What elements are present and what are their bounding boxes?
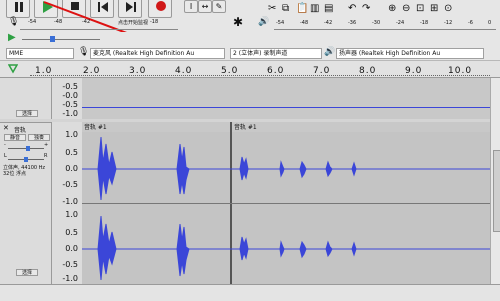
recording-device-select[interactable]: 麦克风 (Realtek High Definition Au xyxy=(90,48,225,59)
selection-tool-button[interactable]: I xyxy=(184,0,198,13)
track2-gain-slider[interactable] xyxy=(8,146,44,151)
rec-meter-tick: -54 xyxy=(28,19,37,25)
audio-host-select[interactable]: MME xyxy=(6,48,74,59)
track2-scale-label: 0.0 xyxy=(65,164,78,173)
track2-scale-label: -0.5 xyxy=(62,260,78,269)
track2-close-icon[interactable]: ✕ xyxy=(3,125,9,132)
track2-waveform xyxy=(82,136,490,281)
clip2-header[interactable]: 音轨 #1 xyxy=(232,122,492,132)
track2-scale-label: 1.0 xyxy=(65,210,78,219)
rec-meter-hint: 点击开始监视 xyxy=(118,20,149,26)
rec-meter-tick: -48 xyxy=(54,19,63,25)
right-channel-waveform xyxy=(82,215,490,281)
slider-thumb[interactable] xyxy=(50,36,55,42)
track2-pan-slider[interactable] xyxy=(8,157,44,162)
track1-scale-label: -0.5 xyxy=(62,100,78,109)
cursor-icon: I xyxy=(189,2,193,11)
track2-scale-label: 0.5 xyxy=(65,228,78,237)
slider-thumb[interactable] xyxy=(26,146,30,151)
track2-scale: 1.0 0.5 0.0 -0.5 -1.0 1.0 0.5 0.0 -0.5 -… xyxy=(52,122,82,284)
track2-name[interactable]: 音轨 xyxy=(14,125,26,134)
copy-icon[interactable]: ⧉ xyxy=(282,4,289,14)
track2-solo-button[interactable]: 独奏 xyxy=(28,134,50,141)
zoom-in-icon[interactable]: ⊕ xyxy=(388,4,396,14)
redo-icon[interactable]: ↷ xyxy=(362,4,370,14)
track2-select-button[interactable]: 选择 xyxy=(16,269,38,276)
track2-scale-label: 0.5 xyxy=(65,148,78,157)
record-button[interactable] xyxy=(148,0,172,18)
clip1-header[interactable]: 音轨 #1 xyxy=(82,122,232,132)
record-meter[interactable]: -54 -48 -42 点击开始监视 -18 xyxy=(20,17,178,30)
multi-tool-icon[interactable]: ✱ xyxy=(232,16,244,28)
track2-scale-label: -1.0 xyxy=(62,274,78,283)
track2-scale-label: -0.5 xyxy=(62,180,78,189)
paste-icon[interactable]: 📋 xyxy=(296,4,308,14)
rec-meter-tick: -42 xyxy=(82,19,91,25)
track1-selection[interactable] xyxy=(82,78,490,119)
pan-right-label: R xyxy=(44,153,48,159)
pin-icon xyxy=(8,64,18,74)
playback-device-select[interactable]: 扬声器 (Realtek High Definition Au xyxy=(336,48,484,59)
left-channel-waveform xyxy=(82,136,490,201)
slider-thumb[interactable] xyxy=(24,157,28,162)
scrollbar-thumb[interactable] xyxy=(493,150,500,232)
playback-speed-slider[interactable] xyxy=(22,36,100,42)
draw-icon: ✎ xyxy=(215,2,223,11)
play-meter-tick: -18 xyxy=(420,20,429,26)
track1-midline xyxy=(82,107,490,108)
mic-device-icon: 🎙 xyxy=(78,47,90,57)
zoom-toggle-icon[interactable]: ⊙ xyxy=(444,4,452,14)
track1-scale-label: -0.0 xyxy=(62,91,78,100)
track1-select-button[interactable]: 选择 xyxy=(16,110,38,117)
play-meter-tick: -12 xyxy=(444,20,453,26)
track2-format-info: 立体声, 44100 Hz 32位 浮点 xyxy=(3,165,46,177)
playback-meter[interactable]: -54 -48 -42 -36 -30 -24 -18 -12 -6 0 xyxy=(274,18,496,30)
track1-scale: -0.5 -0.0 -0.5 -1.0 xyxy=(52,78,82,119)
play-meter-tick: -48 xyxy=(300,20,309,26)
zoom-out-icon[interactable]: ⊖ xyxy=(402,4,410,14)
track2-scale-label: 1.0 xyxy=(65,130,78,139)
recording-channels-select[interactable]: 2 (立体声) 录制声道 xyxy=(230,48,322,59)
gain-minus-label: - xyxy=(4,142,6,148)
play-meter-tick: -24 xyxy=(396,20,405,26)
play-at-speed-icon[interactable]: ▶ xyxy=(8,33,16,43)
play-meter-tick: -54 xyxy=(276,20,285,26)
bottom-panel xyxy=(0,284,500,301)
microphone-icon: 🎙 xyxy=(8,17,20,27)
play-meter-tick: 0 xyxy=(488,20,492,26)
track1-control-panel[interactable]: 选择 xyxy=(0,78,52,119)
fit-selection-icon[interactable]: ⊡ xyxy=(416,4,424,14)
pan-left-label: L xyxy=(4,153,7,159)
vertical-scrollbar[interactable] xyxy=(490,78,500,284)
track1-scale-label: -0.5 xyxy=(62,82,78,91)
edit-toolbar: ✂ ⧉ 📋 ▥ ▤ ↶ ↷ ⊕ ⊖ ⊡ ⊞ ⊙ 🔊 -54 -48 -42 -3… xyxy=(258,2,498,30)
envelope-icon: ↔ xyxy=(201,2,209,11)
cut-icon[interactable]: ✂ xyxy=(268,4,276,14)
track2-mute-button[interactable]: 静音 xyxy=(4,134,26,141)
track2-scale-label: -1.0 xyxy=(62,197,78,206)
speaker-icon: 🔊 xyxy=(258,17,270,27)
speaker-device-icon: 🔊 xyxy=(324,47,336,57)
rec-meter-tick: -18 xyxy=(150,19,159,25)
pause-button[interactable] xyxy=(6,0,30,18)
fit-project-icon[interactable]: ⊞ xyxy=(430,4,438,14)
play-meter-tick: -42 xyxy=(324,20,333,26)
silence-icon[interactable]: ▤ xyxy=(324,4,333,14)
undo-icon[interactable]: ↶ xyxy=(348,4,356,14)
track2-scale-label: 0.0 xyxy=(65,244,78,253)
trim-icon[interactable]: ▥ xyxy=(310,4,319,14)
play-meter-tick: -6 xyxy=(468,20,473,26)
track2-control-panel[interactable]: ✕ 音轨 静音 独奏 - + L R 立体声, 44100 Hz 32位 浮点 … xyxy=(0,122,52,284)
zoom-tool-button[interactable]: ✎ xyxy=(212,0,226,13)
envelope-tool-button[interactable]: ↔ xyxy=(198,0,212,13)
track1-scale-label: -1.0 xyxy=(62,109,78,118)
play-meter-tick: -36 xyxy=(348,20,357,26)
play-meter-tick: -30 xyxy=(372,20,381,26)
